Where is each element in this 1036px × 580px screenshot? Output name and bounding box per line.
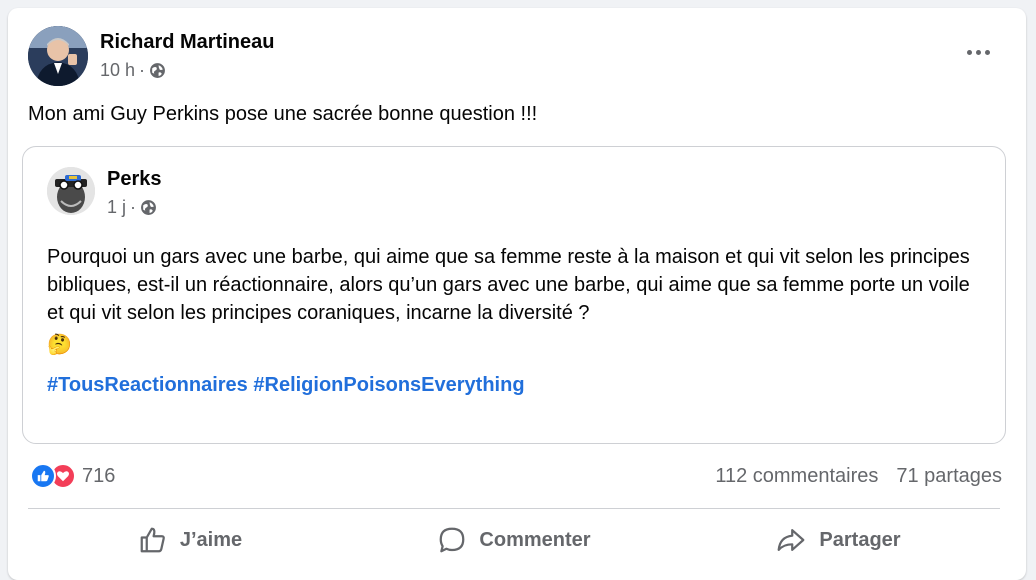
author-avatar[interactable] <box>28 26 88 86</box>
shared-author-name[interactable]: Perks <box>107 167 162 191</box>
post-header: Richard Martineau 10 h · <box>28 26 274 86</box>
divider <box>28 508 1000 509</box>
globe-icon <box>149 62 166 79</box>
thinking-face-emoji: 🤔 <box>47 334 72 356</box>
shared-body: Pourquoi un gars avec une barbe, qui aim… <box>47 243 987 399</box>
like-label: J’aime <box>179 528 243 551</box>
comment-button[interactable]: Commenter <box>352 516 676 564</box>
engagement-counts: 112 commentaires 71 partages <box>697 465 1002 488</box>
ellipsis-icon[interactable] <box>960 42 996 62</box>
separator: · <box>139 60 146 80</box>
reactions-summary[interactable]: 716 <box>30 463 115 489</box>
hashtags: #TousReactionnaires #ReligionPoisonsEver… <box>47 371 987 399</box>
shared-text: Pourquoi un gars avec une barbe, qui aim… <box>47 246 970 324</box>
shared-header: Perks 1 j · <box>47 167 162 218</box>
thumbs-up-icon <box>140 527 165 553</box>
shared-author-avatar[interactable] <box>47 167 95 215</box>
post-subline: 10 h · <box>100 60 274 81</box>
shared-meta: Perks 1 j · <box>107 167 162 218</box>
like-button[interactable]: J’aime <box>28 516 352 564</box>
author-name[interactable]: Richard Martineau <box>100 30 274 54</box>
post-card: Richard Martineau 10 h · Mon ami Guy Per… <box>8 8 1026 580</box>
hashtag-link[interactable]: #TousReactionnaires <box>47 374 248 396</box>
shared-subline: 1 j · <box>107 197 162 218</box>
action-bar: J’aime Commenter Partager <box>28 516 1000 564</box>
shared-post[interactable]: Perks 1 j · Pourquoi un gars avec une ba… <box>22 146 1006 444</box>
globe-icon <box>140 199 157 216</box>
comment-label: Commenter <box>479 528 591 551</box>
post-text: Mon ami Guy Perkins pose une sacrée bonn… <box>28 103 538 125</box>
share-arrow-icon <box>778 529 805 551</box>
shared-time[interactable]: 1 j <box>107 197 126 218</box>
post-stats: 716 112 commentaires 71 partages <box>30 460 1002 492</box>
hashtag-link[interactable]: #ReligionPoisonsEverything <box>253 374 524 396</box>
comments-count[interactable]: 112 commentaires <box>715 465 878 488</box>
reaction-count: 716 <box>82 464 116 487</box>
share-label: Partager <box>819 528 901 551</box>
comment-icon <box>440 527 465 553</box>
shares-count[interactable]: 71 partages <box>896 465 1002 488</box>
post-time[interactable]: 10 h <box>100 60 135 81</box>
like-reaction-icon <box>30 463 56 489</box>
post-meta: Richard Martineau 10 h · <box>100 30 274 81</box>
separator: · <box>130 197 137 217</box>
share-button[interactable]: Partager <box>676 516 1000 564</box>
